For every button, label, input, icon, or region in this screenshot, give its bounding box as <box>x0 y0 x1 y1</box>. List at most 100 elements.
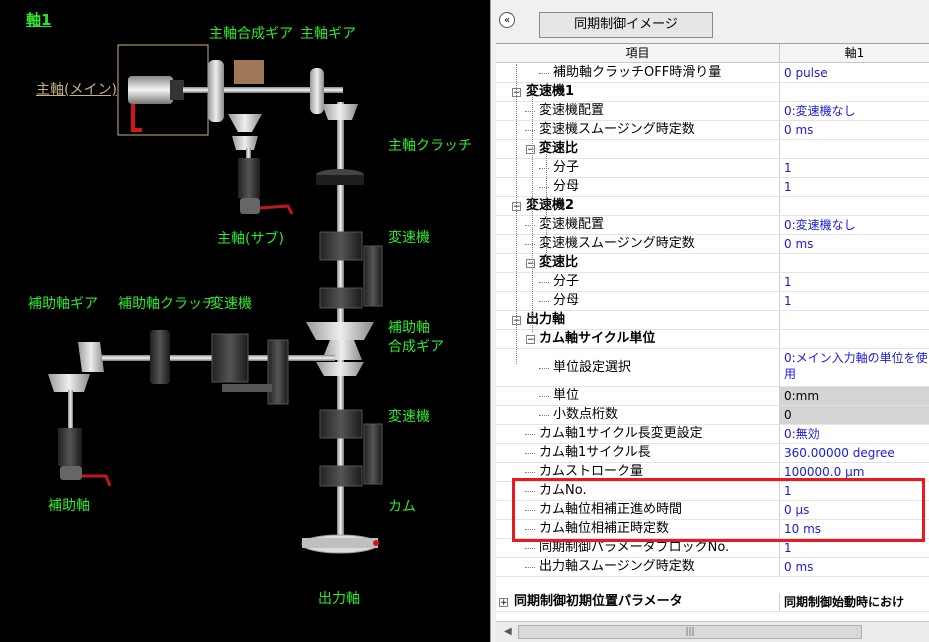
row-value[interactable] <box>779 311 929 330</box>
row-value[interactable] <box>779 330 929 349</box>
parameter-grid: 項目 軸1 補助軸クラッチOFF時滑り量 0 pulse − 変速機1 変速機配置 0:変… <box>496 43 929 622</box>
table-row[interactable]: 補助軸クラッチOFF時滑り量 0 pulse <box>496 64 929 83</box>
main-motor-body[interactable] <box>128 76 173 104</box>
row-value[interactable]: 1 <box>779 178 929 197</box>
row-label: カム軸1サイクル長変更設定 <box>539 426 703 441</box>
row-value[interactable]: 0 pulse <box>779 64 929 83</box>
label-main-shaft-gear[interactable]: 主軸ギア <box>300 26 356 42</box>
row-value[interactable]: 0 <box>779 406 929 425</box>
tree-line <box>546 149 547 269</box>
label-speed-changer-2[interactable]: 変速機 <box>388 409 430 425</box>
label-main-shaft-main[interactable]: 主軸(メイン) <box>36 82 117 98</box>
row-value[interactable]: 0:変速機なし <box>779 102 929 121</box>
table-row[interactable]: − 出力軸 <box>496 311 929 330</box>
main-shaft-gear-shape[interactable] <box>310 68 324 114</box>
label-cam[interactable]: カム <box>388 499 416 515</box>
row-value[interactable] <box>779 140 929 159</box>
tree-connector <box>539 187 549 188</box>
label-aux-composite-gear-line1[interactable]: 補助軸 <box>388 320 430 336</box>
table-row[interactable]: 分子 1 <box>496 273 929 292</box>
collapse-left-icon[interactable]: « <box>499 12 515 28</box>
aux-motor-body[interactable] <box>58 428 82 466</box>
row-value[interactable] <box>779 254 929 273</box>
scroll-left-icon[interactable]: ◀ <box>504 626 512 637</box>
tree-line <box>532 92 533 332</box>
column-header-item[interactable]: 項目 <box>496 44 779 63</box>
label-aux-speed-changer[interactable]: 変速機 <box>210 296 252 312</box>
speed-changer-2-gear-b <box>363 423 383 485</box>
row-value[interactable]: 0:mm <box>779 387 929 406</box>
speed-changer-1-gear-b <box>363 245 383 307</box>
table-row[interactable]: 変速機配置 0:変速機なし <box>496 102 929 121</box>
expand-icon[interactable]: + <box>499 598 508 608</box>
row-value[interactable] <box>779 197 929 216</box>
aux-speed-changer-gear-a[interactable] <box>211 333 249 383</box>
row-value[interactable]: 1 <box>779 159 929 178</box>
row-value[interactable]: 0:無効 <box>779 425 929 444</box>
highlight-box <box>512 478 925 542</box>
table-row[interactable]: − カム軸サイクル単位 <box>496 330 929 349</box>
row-value[interactable]: 360.00000 degree <box>779 444 929 463</box>
row-value[interactable]: 0:変速機なし <box>779 216 929 235</box>
table-row[interactable]: 変速機スムージング時定数 0 ms <box>496 235 929 254</box>
label-main-shaft-sub[interactable]: 主軸(サブ) <box>217 231 284 247</box>
column-header-axis1[interactable]: 軸1 <box>779 44 929 63</box>
table-row[interactable]: 単位 0:mm <box>496 387 929 406</box>
horizontal-scrollbar[interactable]: ◀ ||| <box>496 621 929 642</box>
table-row[interactable]: + 同期制御初期位置パラメータ 同期制御始動時におけ <box>496 593 929 612</box>
collapse-icon[interactable]: − <box>526 335 535 345</box>
label-main-composite-gear[interactable]: 主軸合成ギア <box>209 26 293 42</box>
label-main-clutch[interactable]: 主軸クラッチ <box>388 138 472 154</box>
sub-motor-body[interactable] <box>238 158 260 198</box>
table-row[interactable]: 出力軸スムージング時定数 0 ms <box>496 558 929 577</box>
label-aux-shaft[interactable]: 補助軸 <box>48 498 90 514</box>
row-label-cell: 変速機配置 <box>496 102 779 121</box>
row-value[interactable]: 0 ms <box>779 121 929 140</box>
table-row[interactable]: 単位設定選択 0:メイン入力軸の単位を使用 <box>496 349 929 387</box>
table-row[interactable]: 分母 1 <box>496 178 929 197</box>
row-label-cell: 分母 <box>496 178 779 197</box>
label-output-shaft[interactable]: 出力軸 <box>318 591 360 607</box>
table-row[interactable]: 小数点桁数 0 <box>496 406 929 425</box>
label-aux-composite-gear-line2[interactable]: 合成ギア <box>388 339 444 355</box>
table-row[interactable]: 分子 1 <box>496 159 929 178</box>
row-label-cell: + 同期制御初期位置パラメータ <box>496 593 779 612</box>
label-aux-gear[interactable]: 補助軸ギア <box>28 296 98 312</box>
tree-connector <box>539 73 549 74</box>
table-row[interactable]: − 変速機2 <box>496 197 929 216</box>
aux-motor-base <box>60 466 82 480</box>
row-label: 単位 <box>553 388 580 403</box>
tree-connector <box>539 168 549 169</box>
row-value[interactable]: 0:メイン入力軸の単位を使用 <box>779 349 929 387</box>
table-row[interactable]: カム軸1サイクル長 360.00000 degree <box>496 444 929 463</box>
table-row[interactable]: 変速機スムージング時定数 0 ms <box>496 121 929 140</box>
table-row[interactable]: − 変速比 <box>496 254 929 273</box>
speed-changer-1-gear-a[interactable] <box>319 231 363 261</box>
label-aux-clutch[interactable]: 補助軸クラッチ <box>118 296 216 312</box>
table-row[interactable]: − 変速機1 <box>496 83 929 102</box>
sync-control-image-button[interactable]: 同期制御イメージ <box>539 12 713 38</box>
table-row[interactable]: カム軸1サイクル長変更設定 0:無効 <box>496 425 929 444</box>
aux-composite-gear-top[interactable] <box>306 322 374 340</box>
tree-connector <box>525 567 535 568</box>
aux-clutch-shape[interactable] <box>150 330 170 384</box>
parameter-panel: « 同期制御イメージ 項目 軸1 補助軸クラッチOFF時滑り量 0 pulse − 変… <box>496 0 929 642</box>
row-value[interactable] <box>779 83 929 102</box>
aux-shaft-gear-shape[interactable] <box>78 342 104 372</box>
collapse-icon[interactable]: − <box>526 145 535 155</box>
speed-changer-2-gear-a[interactable] <box>319 409 363 439</box>
collapse-icon[interactable]: − <box>526 259 535 269</box>
row-label-cell: 変速機スムージング時定数 <box>496 235 779 254</box>
table-row[interactable]: − 変速比 <box>496 140 929 159</box>
row-value[interactable]: 0 ms <box>779 558 929 577</box>
row-value[interactable]: 1 <box>779 273 929 292</box>
row-value[interactable]: 同期制御始動時におけ <box>779 593 929 612</box>
table-row[interactable]: 分母 1 <box>496 292 929 311</box>
table-row[interactable]: 変速機配置 0:変速機なし <box>496 216 929 235</box>
main-composite-gear-shape[interactable] <box>208 60 224 122</box>
row-value[interactable]: 0 ms <box>779 235 929 254</box>
row-value[interactable]: 1 <box>779 292 929 311</box>
aux-bevel-gear <box>48 374 90 392</box>
label-speed-changer-1[interactable]: 変速機 <box>388 230 430 246</box>
scroll-thumb[interactable]: ||| <box>518 625 862 639</box>
